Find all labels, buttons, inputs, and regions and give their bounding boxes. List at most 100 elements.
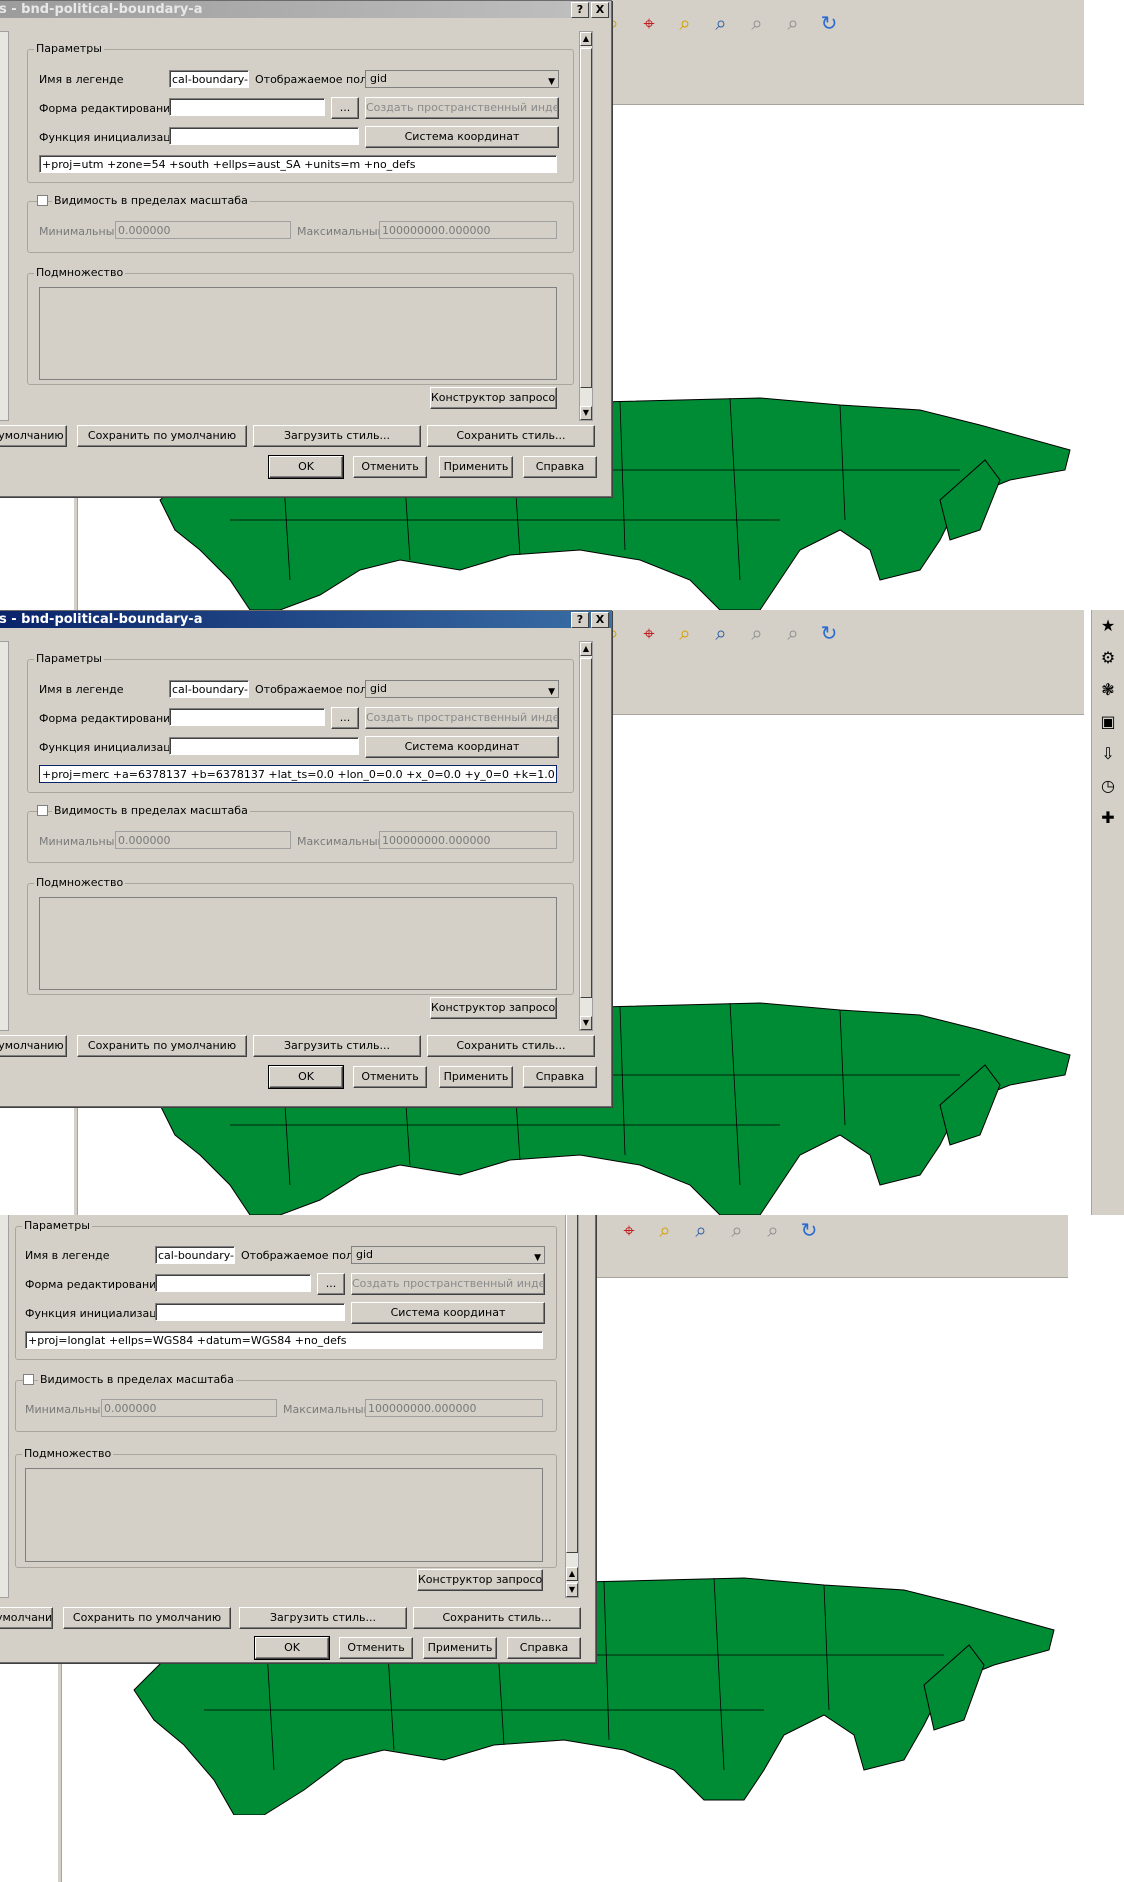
edit-form-input[interactable] xyxy=(169,98,325,116)
browse-button[interactable]: ... xyxy=(331,707,359,729)
save-style-button[interactable]: Сохранить стиль... xyxy=(427,1035,595,1057)
edit-form-input[interactable] xyxy=(169,708,325,726)
load-style-button[interactable]: Загрузить стиль... xyxy=(253,425,421,447)
save-default-button[interactable]: Сохранить по умолчанию xyxy=(77,1035,247,1057)
init-func-input[interactable] xyxy=(169,127,359,145)
fan-icon[interactable]: ❃ xyxy=(1098,680,1118,700)
apply-button[interactable]: Применить xyxy=(423,1637,497,1659)
dialog-scrollbar[interactable]: ▲ ▼ xyxy=(565,1215,579,1598)
zoom-next-icon[interactable]: ⌕ xyxy=(744,620,770,646)
zoom-layer-icon[interactable]: ⌕ xyxy=(672,10,698,36)
legend-input[interactable]: cal-boundary-a xyxy=(169,680,249,698)
zoom-select-icon[interactable]: ⌖ xyxy=(636,620,662,646)
refresh-icon[interactable]: ⌕ xyxy=(780,10,806,36)
query-builder-button[interactable]: Конструктор запросов xyxy=(417,1569,543,1591)
ok-button[interactable]: OK xyxy=(268,455,344,479)
scroll-down-icon[interactable]: ▼ xyxy=(580,406,592,420)
browse-button[interactable]: ... xyxy=(331,97,359,119)
help-button[interactable]: Справка xyxy=(523,1066,597,1088)
clock-icon[interactable]: ◷ xyxy=(1098,776,1118,796)
crs-button[interactable]: Система координат xyxy=(351,1302,545,1324)
proj-string-input[interactable]: +proj=longlat +ellps=WGS84 +datum=WGS84 … xyxy=(25,1331,543,1349)
scroll-thumb[interactable] xyxy=(580,48,592,388)
zoom-last-icon[interactable]: ⌕ xyxy=(708,620,734,646)
display-field-select[interactable]: gid ▼ xyxy=(365,680,559,698)
cancel-button[interactable]: Отменить xyxy=(339,1637,413,1659)
legend-input[interactable]: cal-boundary-a xyxy=(155,1246,235,1264)
reload-icon[interactable]: ↻ xyxy=(816,620,842,646)
scroll-thumb[interactable] xyxy=(580,658,592,998)
close-icon[interactable]: X xyxy=(591,2,609,18)
dialog-scrollbar[interactable]: ▲ ▼ xyxy=(579,641,593,1031)
load-style-button[interactable]: Загрузить стиль... xyxy=(253,1035,421,1057)
init-func-input[interactable] xyxy=(155,1303,345,1321)
min-scale-input[interactable]: 0.000000 xyxy=(101,1399,277,1417)
query-builder-button[interactable]: Конструктор запросов xyxy=(430,387,557,409)
close-icon[interactable]: X xyxy=(591,612,609,628)
zoom-select-icon[interactable]: ⌖ xyxy=(636,10,662,36)
left-scrollbar[interactable] xyxy=(0,641,9,1031)
star-icon[interactable]: ★ xyxy=(1098,616,1118,636)
scroll-up-icon[interactable]: ▲ xyxy=(580,642,592,656)
restore-default-button[interactable]: умолчанию xyxy=(0,1035,67,1057)
save-default-button[interactable]: Сохранить по умолчанию xyxy=(77,425,247,447)
zoom-layer-icon[interactable]: ⌕ xyxy=(652,1217,678,1243)
browse-button[interactable]: ... xyxy=(317,1273,345,1295)
display-field-select[interactable]: gid ▼ xyxy=(351,1246,545,1264)
scroll-down-icon[interactable]: ▼ xyxy=(566,1583,578,1597)
scroll-down-icon[interactable]: ▼ xyxy=(580,1016,592,1030)
help-button[interactable]: Справка xyxy=(507,1637,581,1659)
help-icon[interactable]: ? xyxy=(571,2,589,18)
plus-icon[interactable]: ✚ xyxy=(1098,808,1118,828)
zoom-last-icon[interactable]: ⌕ xyxy=(688,1217,714,1243)
save-default-button[interactable]: Сохранить по умолчанию xyxy=(63,1607,231,1629)
dialog-titlebar[interactable]: s - bnd-political-boundary-a xyxy=(0,1,611,18)
refresh-icon[interactable]: ⌕ xyxy=(760,1217,786,1243)
spatial-index-button[interactable]: Создать пространственный индекс xyxy=(351,1273,545,1295)
crs-button[interactable]: Система координат xyxy=(365,736,559,758)
scale-visibility-checkbox[interactable] xyxy=(37,805,48,816)
ok-button[interactable]: OK xyxy=(268,1065,344,1089)
load-style-button[interactable]: Загрузить стиль... xyxy=(239,1607,407,1629)
legend-input[interactable]: cal-boundary-a xyxy=(169,70,249,88)
apply-button[interactable]: Применить xyxy=(439,456,513,478)
layer-icon[interactable]: ▣ xyxy=(1098,712,1118,732)
scroll-up-icon[interactable]: ▲ xyxy=(580,32,592,46)
min-scale-input[interactable]: 0.000000 xyxy=(115,221,291,239)
proj-string-input[interactable]: +proj=utm +zone=54 +south +ellps=aust_SA… xyxy=(39,155,557,173)
reload-icon[interactable]: ↻ xyxy=(816,10,842,36)
edit-form-input[interactable] xyxy=(155,1274,311,1292)
subset-textarea[interactable] xyxy=(39,897,557,990)
zoom-next-icon[interactable]: ⌕ xyxy=(744,10,770,36)
subset-textarea[interactable] xyxy=(25,1468,543,1562)
zoom-layer-icon[interactable]: ⌕ xyxy=(672,620,698,646)
min-scale-input[interactable]: 0.000000 xyxy=(115,831,291,849)
dialog-scrollbar[interactable]: ▲ ▼ xyxy=(579,31,593,421)
max-scale-input[interactable]: 100000000.000000 xyxy=(365,1399,543,1417)
proj-string-input[interactable]: +proj=merc +a=6378137 +b=6378137 +lat_ts… xyxy=(39,765,557,783)
dialog-titlebar[interactable]: s - bnd-political-boundary-a xyxy=(0,611,611,628)
cancel-button[interactable]: Отменить xyxy=(353,1066,427,1088)
help-icon[interactable]: ? xyxy=(571,612,589,628)
init-func-input[interactable] xyxy=(169,737,359,755)
crs-button[interactable]: Система координат xyxy=(365,126,559,148)
gear-icon[interactable]: ⚙ xyxy=(1098,648,1118,668)
left-scrollbar[interactable] xyxy=(0,31,9,421)
save-style-button[interactable]: Сохранить стиль... xyxy=(413,1607,581,1629)
display-field-select[interactable]: gid ▼ xyxy=(365,70,559,88)
scroll-thumb[interactable] xyxy=(566,1215,578,1553)
left-scrollbar[interactable] xyxy=(0,1215,9,1598)
ok-button[interactable]: OK xyxy=(254,1636,330,1660)
reload-icon[interactable]: ↻ xyxy=(796,1217,822,1243)
query-builder-button[interactable]: Конструктор запросов xyxy=(430,997,557,1019)
refresh-icon[interactable]: ⌕ xyxy=(780,620,806,646)
max-scale-input[interactable]: 100000000.000000 xyxy=(379,221,557,239)
scroll-up-icon[interactable]: ▲ xyxy=(566,1567,578,1581)
spatial-index-button[interactable]: Создать пространственный индекс xyxy=(365,97,559,119)
zoom-last-icon[interactable]: ⌕ xyxy=(708,10,734,36)
help-button[interactable]: Справка xyxy=(523,456,597,478)
cancel-button[interactable]: Отменить xyxy=(353,456,427,478)
spatial-index-button[interactable]: Создать пространственный индекс xyxy=(365,707,559,729)
download-icon[interactable]: ⇩ xyxy=(1098,744,1118,764)
scale-visibility-checkbox[interactable] xyxy=(23,1374,34,1385)
